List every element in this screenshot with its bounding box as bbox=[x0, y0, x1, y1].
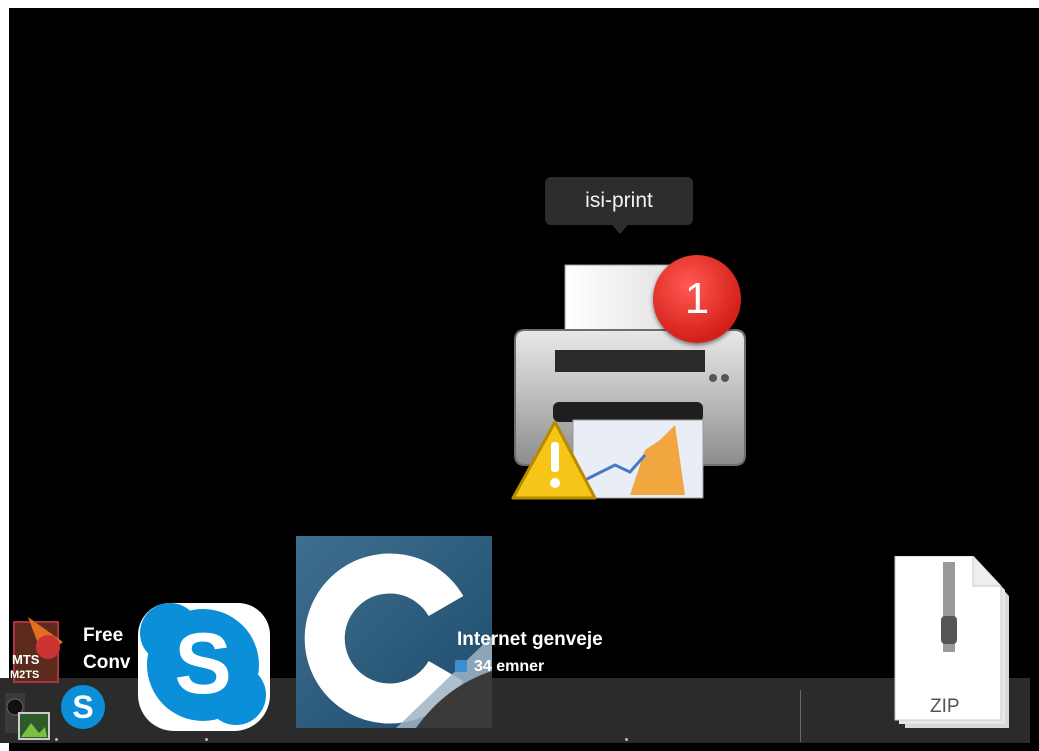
stack-left-title-line1: Free bbox=[83, 625, 124, 646]
stack-right-count: 34 emner bbox=[474, 658, 545, 675]
svg-text:S: S bbox=[174, 616, 231, 712]
zip-label: ZIP bbox=[930, 696, 960, 717]
mts-icon-line2: M2TS bbox=[10, 669, 39, 681]
tooltip-arrow bbox=[611, 224, 629, 234]
stack-right-title[interactable]: Internet genveje bbox=[457, 629, 603, 651]
stack-left-title-line2: Conv bbox=[83, 652, 131, 673]
running-indicator bbox=[625, 738, 628, 741]
image-viewer-icon[interactable] bbox=[5, 693, 53, 743]
mts-converter-icon[interactable]: MTS M2TS bbox=[8, 612, 68, 687]
tooltip-text: isi-print bbox=[585, 189, 653, 212]
notification-badge: 1 bbox=[653, 255, 741, 343]
skype-small-icon[interactable]: S bbox=[58, 682, 108, 732]
folder-mini-icon bbox=[455, 660, 467, 672]
running-indicator bbox=[55, 738, 58, 741]
dock-tooltip: isi-print bbox=[545, 177, 693, 225]
dock-divider bbox=[800, 690, 801, 742]
mts-icon-line1: MTS bbox=[12, 652, 40, 667]
running-indicator bbox=[205, 738, 208, 741]
svg-text:S: S bbox=[72, 689, 93, 725]
skype-icon[interactable]: S bbox=[130, 595, 275, 735]
